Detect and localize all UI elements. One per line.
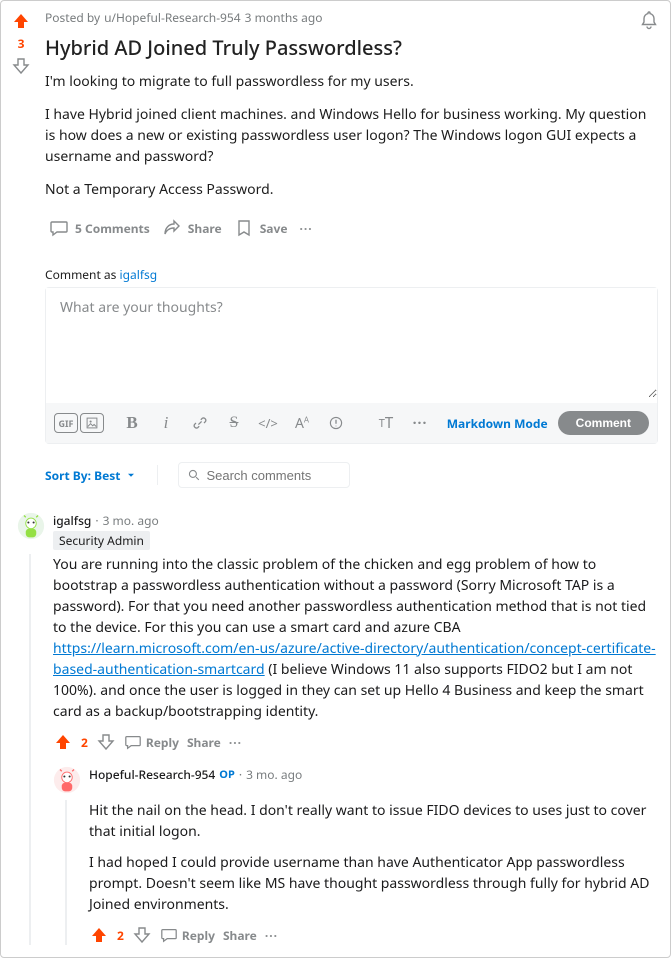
share-icon [162, 218, 182, 238]
post-content: Posted by u/Hopeful-Research-954 3 month… [41, 9, 670, 957]
user-flair: Security Admin [53, 531, 150, 550]
submit-comment-button[interactable]: Comment [558, 411, 649, 435]
reply-label: Reply [146, 734, 179, 751]
reply-button[interactable]: Reply [124, 733, 179, 751]
comment-body: You are running into the classic problem… [53, 554, 658, 722]
post-paragraph: I'm looking to migrate to full passwordl… [45, 71, 658, 92]
post-author[interactable]: u/Hopeful-Research-954 [104, 9, 241, 26]
comment-icon [49, 218, 69, 238]
comments-list: igalfsg · 3 mo. ago Security Admin You a… [45, 512, 658, 945]
upvote-icon[interactable] [53, 732, 73, 752]
strike-button[interactable]: S [218, 407, 250, 439]
comments-label: 5 Comments [75, 220, 150, 237]
comment-as: Comment as igalfsg [45, 266, 658, 283]
dot-sep: · [239, 766, 242, 783]
comment-author[interactable]: Hopeful-Research-954 [89, 766, 215, 783]
comment-editor: GIF B i S </> AA TT ··· Markdown Mode Co… [45, 287, 658, 444]
comment-meta: igalfsg · 3 mo. ago [53, 512, 658, 529]
chevron-down-icon [125, 469, 137, 481]
comment-icon [124, 733, 142, 751]
sort-dropdown[interactable]: Sort By: Best [45, 467, 137, 484]
comment-score: 2 [81, 734, 88, 751]
comment: Hopeful-Research-954 OP · 3 mo. ago Hit … [53, 766, 658, 945]
save-label: Save [260, 220, 288, 237]
superscript-button[interactable]: AA [286, 407, 318, 439]
comment-age: 3 mo. ago [246, 766, 302, 783]
share-button[interactable]: Share [158, 212, 226, 244]
save-button[interactable]: Save [230, 212, 292, 244]
downvote-icon[interactable] [132, 925, 152, 945]
link-button[interactable] [184, 407, 216, 439]
comment-text: Hit the nail on the head. I don't really… [89, 800, 658, 842]
post-paragraph: Not a Temporary Access Password. [45, 179, 658, 200]
bold-button[interactable]: B [116, 407, 148, 439]
code-button[interactable]: </> [252, 407, 284, 439]
reply-button[interactable]: Reply [160, 926, 215, 944]
more-button[interactable]: ··· [296, 214, 317, 243]
share-button[interactable]: Share [187, 734, 221, 751]
post-paragraph: I have Hybrid joined client machines. an… [45, 104, 658, 167]
comment-as-label: Comment as [45, 266, 116, 283]
comment-author[interactable]: igalfsg [53, 512, 91, 529]
comment: igalfsg · 3 mo. ago Security Admin You a… [17, 512, 658, 945]
spoiler-button[interactable] [320, 407, 352, 439]
downvote-icon[interactable] [96, 732, 116, 752]
posted-by-label: Posted by [45, 9, 100, 26]
comment-score: 2 [117, 927, 124, 944]
comment-meta: Hopeful-Research-954 OP · 3 mo. ago [89, 766, 658, 783]
upvote-icon[interactable] [11, 11, 31, 31]
image-button[interactable] [80, 413, 104, 433]
comment-age: 3 mo. ago [103, 512, 159, 529]
op-badge: OP [219, 767, 235, 782]
search-input[interactable] [206, 468, 340, 483]
heading-button[interactable]: TT [370, 407, 402, 439]
more-tools-button[interactable]: ··· [404, 407, 436, 439]
divider [157, 465, 158, 485]
downvote-icon[interactable] [11, 56, 31, 76]
post-score: 3 [18, 35, 25, 52]
action-bar: 5 Comments Share Save ··· [45, 212, 658, 244]
comment-text: You are running into the classic problem… [53, 555, 646, 637]
post: 3 Posted by u/Hopeful-Research-954 3 mon… [0, 0, 671, 958]
gif-button[interactable]: GIF [54, 413, 78, 433]
post-title: Hybrid AD Joined Truly Passwordless? [45, 34, 658, 61]
sort-row: Sort By: Best [45, 462, 658, 488]
share-button[interactable]: Share [223, 927, 257, 944]
bookmark-icon [234, 218, 254, 238]
search-comments[interactable] [178, 462, 350, 488]
search-icon [187, 467, 201, 483]
comment-actions: 2 Reply Share ··· [53, 732, 658, 752]
post-body: I'm looking to migrate to full passwordl… [45, 71, 658, 200]
post-age: 3 months ago [245, 9, 323, 26]
dot-sep: · [95, 512, 98, 529]
comment-textarea[interactable] [46, 288, 657, 398]
avatar[interactable] [17, 512, 45, 540]
reply-label: Reply [182, 927, 215, 944]
editor-toolbar: GIF B i S </> AA TT ··· Markdown Mode Co… [46, 403, 657, 443]
comments-button[interactable]: 5 Comments [45, 212, 154, 244]
sort-label: Sort By: Best [45, 467, 121, 484]
share-label: Share [188, 220, 222, 237]
comment-as-user[interactable]: igalfsg [120, 266, 158, 283]
more-button[interactable]: ··· [229, 734, 242, 751]
comment-text: I had hoped I could provide username tha… [89, 852, 658, 915]
comment-icon [160, 926, 178, 944]
more-button[interactable]: ··· [265, 927, 278, 944]
bell-icon[interactable] [639, 10, 659, 35]
avatar[interactable] [53, 766, 81, 794]
italic-button[interactable]: i [150, 407, 182, 439]
comment-body: Hit the nail on the head. I don't really… [89, 800, 658, 915]
upvote-icon[interactable] [89, 925, 109, 945]
post-meta: Posted by u/Hopeful-Research-954 3 month… [45, 9, 658, 26]
comment-actions: 2 Reply Share ··· [89, 925, 658, 945]
markdown-mode-button[interactable]: Markdown Mode [447, 415, 548, 432]
